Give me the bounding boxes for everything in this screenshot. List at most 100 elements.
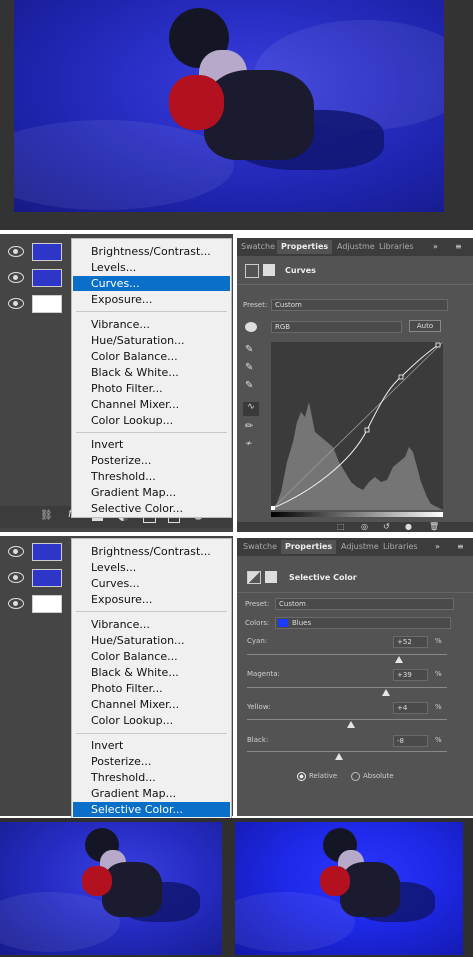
black-slider-knob[interactable] [335,753,343,760]
menu-item-color-balance[interactable]: Color Balance... [73,349,230,364]
layer-row[interactable] [0,292,72,314]
tab-swatches[interactable]: Swatche [241,242,275,251]
layer-row[interactable] [0,240,72,262]
layer-row[interactable] [0,266,72,288]
eyedropper-white-icon[interactable]: ✎ [245,380,253,391]
menu-item-color-lookup[interactable]: Color Lookup... [73,713,230,728]
trash-icon[interactable]: 🗑 [429,522,439,531]
curve-point[interactable] [435,342,441,348]
menu-item-curves[interactable]: Curves... [73,276,230,291]
view-previous-icon[interactable]: ◎ [361,522,368,531]
panel-menu-icon[interactable]: ≡ [457,542,464,551]
tab-adjustments[interactable]: Adjustme [337,242,375,251]
tab-properties[interactable]: Properties [277,240,333,254]
menu-item-brightness-contrast[interactable]: Brightness/Contrast... [73,244,230,259]
menu-item-selective-color[interactable]: Selective Color... [73,501,230,516]
menu-item-brightness-contrast[interactable]: Brightness/Contrast... [73,544,230,559]
smooth-icon[interactable]: ≁ [245,439,253,449]
relative-radio[interactable] [297,772,306,781]
reset-icon[interactable]: ↺ [383,522,390,531]
layer-row[interactable] [0,592,72,614]
eye-icon[interactable] [8,298,24,309]
curve-point[interactable] [398,374,404,380]
black-value[interactable]: -8 [393,735,428,747]
on-image-adjust-icon[interactable] [245,322,257,332]
preset-dropdown[interactable]: Custom [271,299,448,311]
menu-item-exposure[interactable]: Exposure... [73,592,230,607]
menu-item-levels[interactable]: Levels... [73,560,230,575]
tab-properties[interactable]: Properties [281,540,337,554]
menu-item-hue-saturation[interactable]: Hue/Saturation... [73,633,230,648]
yellow-value[interactable]: +4 [393,702,428,714]
menu-item-vibrance[interactable]: Vibrance... [73,617,230,632]
colors-dropdown[interactable]: Blues [275,617,451,629]
menu-item-exposure[interactable]: Exposure... [73,292,230,307]
menu-item-color-balance[interactable]: Color Balance... [73,649,230,664]
channel-dropdown[interactable]: RGB [271,321,402,333]
cyan-value[interactable]: +52 [393,636,428,648]
menu-item-threshold[interactable]: Threshold... [73,469,230,484]
eyedropper-black-icon[interactable]: ✎ [245,344,253,355]
menu-item-posterize[interactable]: Posterize... [73,453,230,468]
panel-tab-bar: Swatche Properties Adjustme Libraries » … [237,238,473,256]
menu-item-gradient-map[interactable]: Gradient Map... [73,485,230,500]
clip-icon[interactable]: ⬚ [337,522,345,531]
yellow-slider-track[interactable] [247,719,447,720]
pencil-icon[interactable]: ✏ [245,421,253,432]
menu-item-levels[interactable]: Levels... [73,260,230,275]
layer-row[interactable] [0,566,72,588]
menu-item-photo-filter[interactable]: Photo Filter... [73,381,230,396]
tab-libraries[interactable]: Libraries [383,542,418,551]
curve-point[interactable] [271,506,275,510]
black-slider-track[interactable] [247,751,447,752]
magenta-value[interactable]: +39 [393,669,428,681]
expand-icon[interactable]: » [433,242,438,251]
layer-row[interactable] [0,540,72,562]
menu-item-channel-mixer[interactable]: Channel Mixer... [73,697,230,712]
eye-icon[interactable] [8,598,24,609]
layer-mask-icon[interactable] [265,571,277,583]
menu-item-invert[interactable]: Invert [73,437,230,452]
panel-menu-icon[interactable]: ≡ [455,242,462,251]
curve-points-icon[interactable]: ∿ [243,402,259,416]
cyan-slider-track[interactable] [247,654,447,655]
preset-dropdown[interactable]: Custom [275,598,454,610]
layer-mask-icon[interactable] [263,264,275,276]
cyan-slider-knob[interactable] [395,656,403,663]
eye-icon[interactable] [8,272,24,283]
tab-adjustments[interactable]: Adjustme [341,542,379,551]
colors-value: Blues [292,619,312,627]
eye-icon[interactable] [8,572,24,583]
eyedropper-gray-icon[interactable]: ✎ [245,362,253,373]
yellow-slider-knob[interactable] [347,721,355,728]
menu-item-color-lookup[interactable]: Color Lookup... [73,413,230,428]
menu-item-hue-saturation[interactable]: Hue/Saturation... [73,333,230,348]
auto-button[interactable]: Auto [409,320,441,332]
magenta-slider-knob[interactable] [382,689,390,696]
menu-item-vibrance[interactable]: Vibrance... [73,317,230,332]
menu-item-selective-color[interactable]: Selective Color... [73,802,230,817]
visibility-icon[interactable]: ● [405,522,412,531]
magenta-slider-track[interactable] [247,687,447,688]
curves-graph[interactable] [271,342,443,510]
menu-item-gradient-map[interactable]: Gradient Map... [73,786,230,801]
absolute-radio[interactable] [351,772,360,781]
menu-item-threshold[interactable]: Threshold... [73,770,230,785]
menu-item-curves[interactable]: Curves... [73,576,230,591]
colors-label: Colors: [245,619,270,627]
link-icon[interactable]: ⛓ [40,510,53,521]
curve-point[interactable] [364,427,370,433]
eye-icon[interactable] [8,546,24,557]
tab-libraries[interactable]: Libraries [379,242,414,251]
menu-item-black-white[interactable]: Black & White... [73,365,230,380]
layer-thumbnail [32,595,62,613]
black-unit: % [435,736,442,744]
expand-icon[interactable]: » [435,542,440,551]
menu-item-channel-mixer[interactable]: Channel Mixer... [73,397,230,412]
tab-swatches[interactable]: Swatche [243,542,277,551]
menu-item-posterize[interactable]: Posterize... [73,754,230,769]
menu-item-photo-filter[interactable]: Photo Filter... [73,681,230,696]
menu-item-black-white[interactable]: Black & White... [73,665,230,680]
menu-item-invert[interactable]: Invert [73,738,230,753]
eye-icon[interactable] [8,246,24,257]
